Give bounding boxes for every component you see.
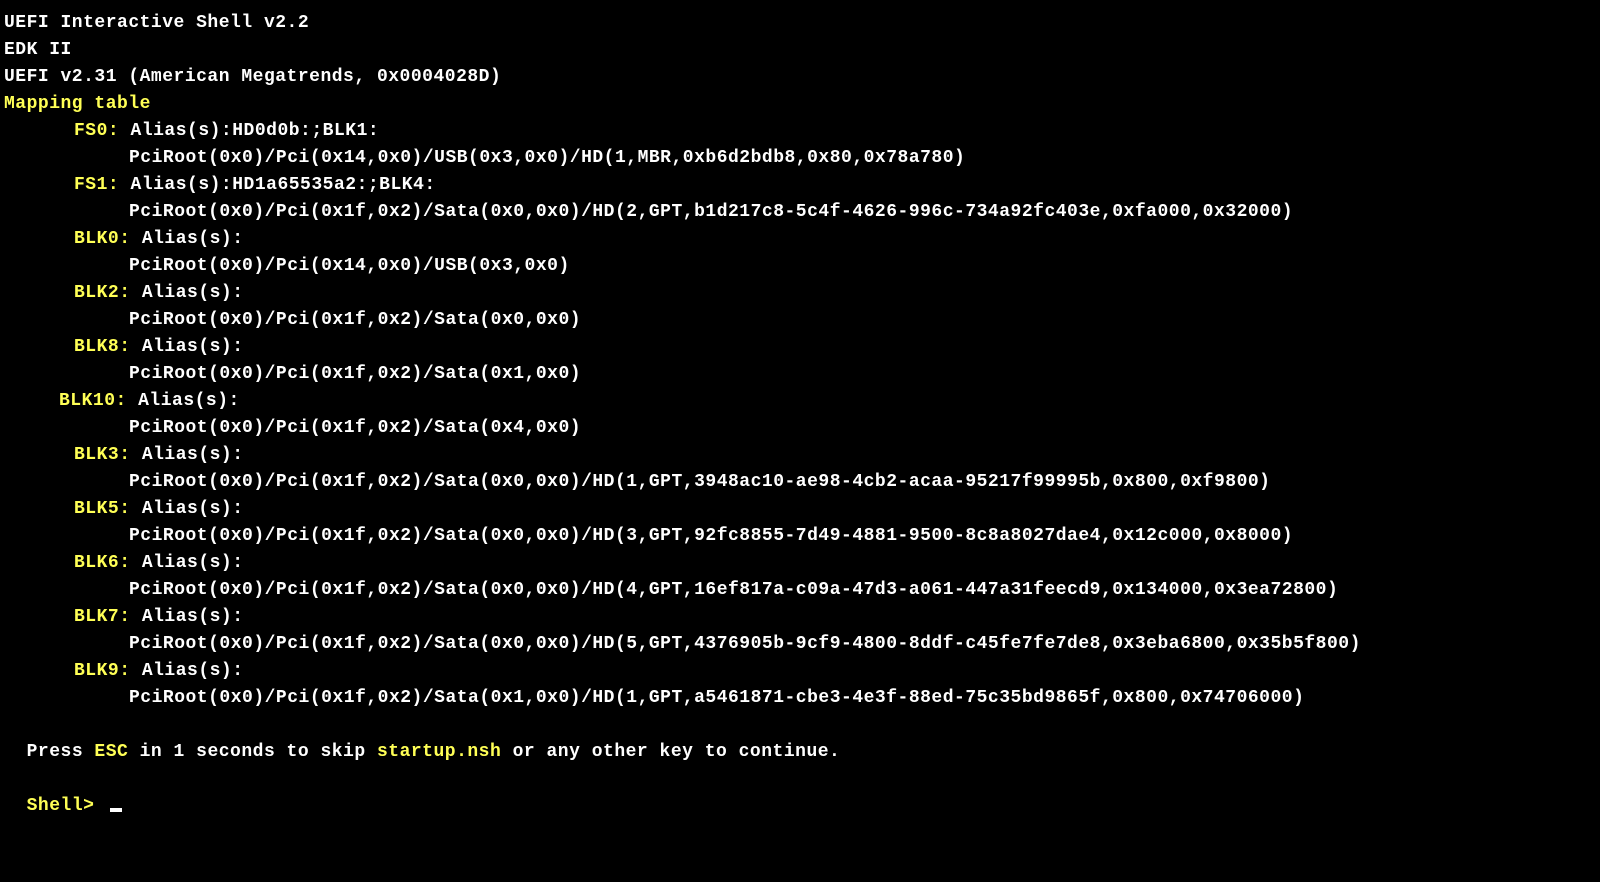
device-path: PciRoot(0x0)/Pci(0x1f,0x2)/Sata(0x0,0x0): [4, 307, 1596, 334]
device-name: BLK2:: [74, 283, 131, 303]
mapping-row: FS0: Alias(s):HD0d0b:;BLK1:: [4, 118, 1596, 145]
alias-label: Alias(s):: [131, 445, 244, 465]
device-name: BLK0:: [74, 229, 131, 249]
mapping-row: FS1: Alias(s):HD1a65535a2:;BLK4:: [4, 172, 1596, 199]
mapping-row: BLK10: Alias(s):: [4, 388, 1596, 415]
mapping-table-header: Mapping table: [4, 91, 1596, 118]
device-name: BLK10:: [59, 391, 127, 411]
alias-label: Alias(s):: [131, 283, 244, 303]
device-name: FS0:: [74, 121, 119, 141]
device-name: FS1:: [74, 175, 119, 195]
device-name: BLK5:: [74, 499, 131, 519]
alias-value: HD1a65535a2:;BLK4:: [232, 175, 435, 195]
alias-value: HD0d0b:;BLK1:: [232, 121, 379, 141]
alias-label: Alias(s):: [131, 499, 244, 519]
esc-key: ESC: [94, 742, 128, 762]
shell-title: UEFI Interactive Shell v2.2: [4, 10, 1596, 37]
device-path: PciRoot(0x0)/Pci(0x1f,0x2)/Sata(0x1,0x0): [4, 361, 1596, 388]
shell-prompt: Shell>: [27, 796, 106, 816]
startup-file: startup.nsh: [377, 742, 501, 762]
device-path: PciRoot(0x0)/Pci(0x1f,0x2)/Sata(0x0,0x0)…: [4, 523, 1596, 550]
alias-label: Alias(s):: [131, 553, 244, 573]
device-path: PciRoot(0x0)/Pci(0x14,0x0)/USB(0x3,0x0): [4, 253, 1596, 280]
mapping-row: BLK6: Alias(s):: [4, 550, 1596, 577]
mapping-row: BLK9: Alias(s):: [4, 658, 1596, 685]
alias-label: Alias(s):: [131, 661, 244, 681]
mapping-row: BLK2: Alias(s):: [4, 280, 1596, 307]
press-label: Press: [27, 742, 95, 762]
mapping-table-body: FS0: Alias(s):HD0d0b:;BLK1:PciRoot(0x0)/…: [4, 118, 1596, 712]
alias-label: Alias(s):: [119, 175, 232, 195]
device-path: PciRoot(0x0)/Pci(0x1f,0x2)/Sata(0x0,0x0)…: [4, 199, 1596, 226]
mapping-row: BLK3: Alias(s):: [4, 442, 1596, 469]
mapping-row: BLK7: Alias(s):: [4, 604, 1596, 631]
device-path: PciRoot(0x0)/Pci(0x1f,0x2)/Sata(0x0,0x0)…: [4, 469, 1596, 496]
skip-end: or any other key to continue.: [501, 742, 840, 762]
device-name: BLK3:: [74, 445, 131, 465]
device-path: PciRoot(0x0)/Pci(0x1f,0x2)/Sata(0x4,0x0): [4, 415, 1596, 442]
shell-prompt-line[interactable]: Shell>: [4, 766, 1596, 820]
alias-label: Alias(s):: [131, 337, 244, 357]
mapping-row: BLK5: Alias(s):: [4, 496, 1596, 523]
device-name: BLK6:: [74, 553, 131, 573]
cursor-icon: [110, 808, 122, 812]
edk-label: EDK II: [4, 37, 1596, 64]
alias-label: Alias(s):: [119, 121, 232, 141]
mapping-row: BLK8: Alias(s):: [4, 334, 1596, 361]
device-path: PciRoot(0x0)/Pci(0x1f,0x2)/Sata(0x0,0x0)…: [4, 577, 1596, 604]
alias-label: Alias(s):: [131, 229, 244, 249]
skip-mid: in 1 seconds to skip: [128, 742, 377, 762]
device-name: BLK9:: [74, 661, 131, 681]
device-name: BLK8:: [74, 337, 131, 357]
device-path: PciRoot(0x0)/Pci(0x1f,0x2)/Sata(0x1,0x0)…: [4, 685, 1596, 712]
device-path: PciRoot(0x0)/Pci(0x1f,0x2)/Sata(0x0,0x0)…: [4, 631, 1596, 658]
device-path: PciRoot(0x0)/Pci(0x14,0x0)/USB(0x3,0x0)/…: [4, 145, 1596, 172]
mapping-row: BLK0: Alias(s):: [4, 226, 1596, 253]
skip-instruction: Press ESC in 1 seconds to skip startup.n…: [4, 712, 1596, 766]
alias-label: Alias(s):: [131, 607, 244, 627]
alias-label: Alias(s):: [127, 391, 240, 411]
device-name: BLK7:: [74, 607, 131, 627]
uefi-version: UEFI v2.31 (American Megatrends, 0x00040…: [4, 64, 1596, 91]
